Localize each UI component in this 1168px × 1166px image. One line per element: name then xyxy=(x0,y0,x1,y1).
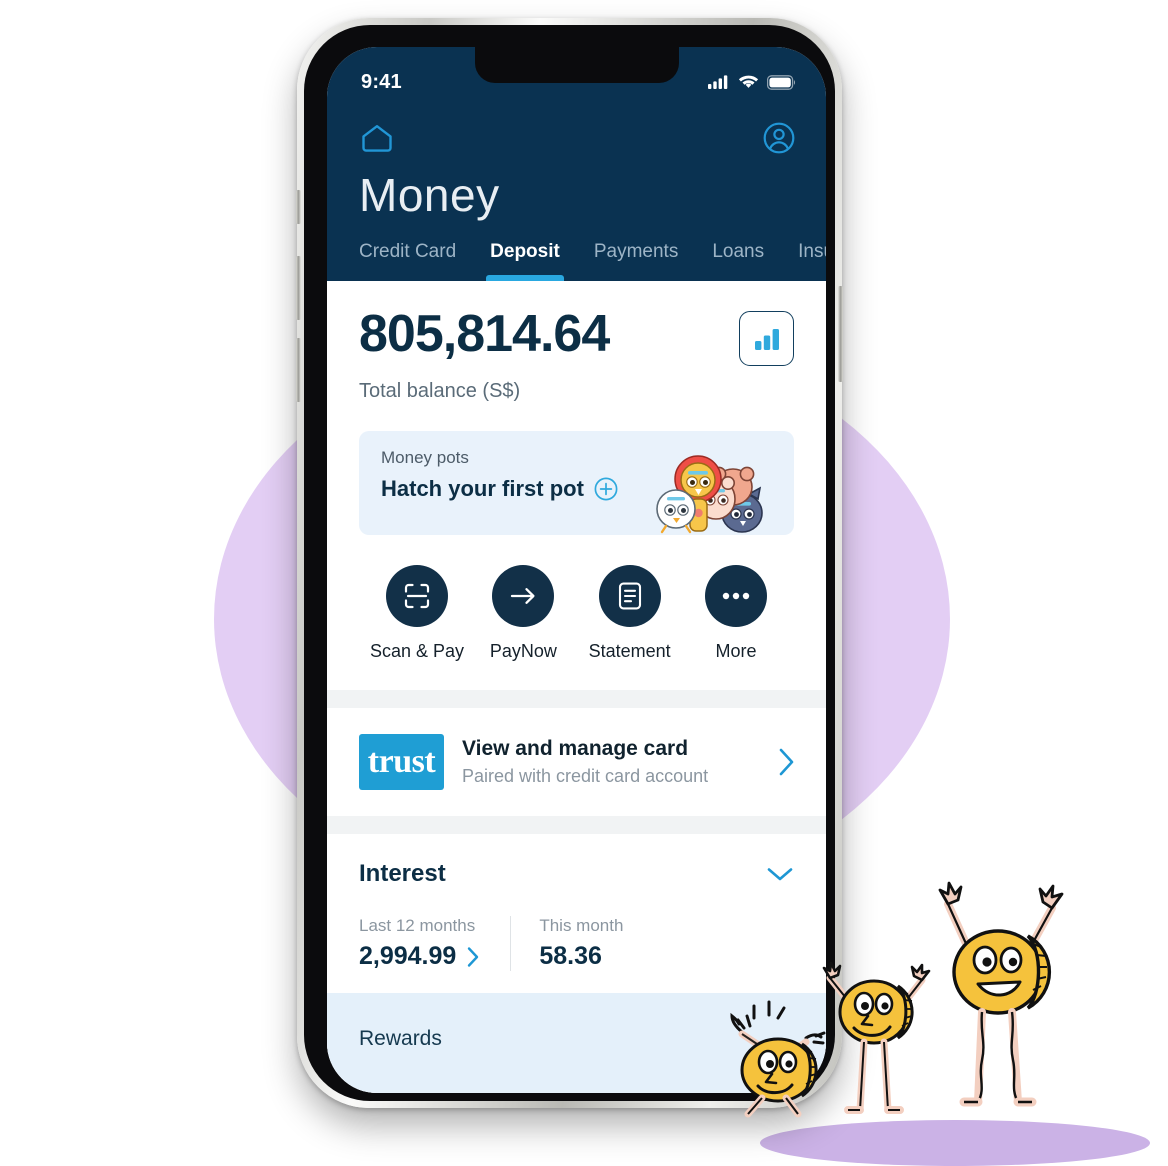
home-icon[interactable] xyxy=(360,123,394,153)
money-pots-cta-label: Hatch your first pot xyxy=(381,476,584,502)
mute-switch[interactable] xyxy=(296,190,301,224)
money-pots-card[interactable]: Money pots Hatch your first pot xyxy=(359,431,794,536)
power-button[interactable] xyxy=(838,286,843,382)
interest-stat-amount-2: 58.36 xyxy=(539,942,602,971)
interest-section: Interest Last 12 months 2,994.99 This mo… xyxy=(327,834,826,994)
page-title: Money xyxy=(359,169,500,221)
money-pot-animals-illustration xyxy=(656,455,763,534)
interest-stat-last-12-months[interactable]: Last 12 months 2,994.99 xyxy=(359,916,510,971)
coin-mascot-cheering xyxy=(938,881,1064,1107)
action-label-statement: Statement xyxy=(588,641,671,662)
balance-label: Total balance (S$) xyxy=(359,380,521,403)
tab-payments[interactable]: Payments xyxy=(594,241,678,281)
chevron-right-icon[interactable] xyxy=(776,746,796,778)
volume-down-button[interactable] xyxy=(296,338,301,402)
action-paynow[interactable]: PayNow xyxy=(477,565,569,662)
section-divider xyxy=(327,690,826,709)
interest-stat-value-1: 2,994.99 xyxy=(359,942,480,971)
profile-icon[interactable] xyxy=(762,121,796,155)
balance-amount: 805,814.64 xyxy=(359,305,610,364)
interest-stat-label-1: Last 12 months xyxy=(359,916,476,936)
phone-screen: 9:41 Money Credit Card Deposit Payments … xyxy=(327,47,826,1093)
manage-card-texts: View and manage card Paired with credit … xyxy=(462,737,758,787)
balance-row: 805,814.64 xyxy=(359,305,794,367)
wifi-icon xyxy=(738,75,759,88)
phone-device-frame: 9:41 Money Credit Card Deposit Payments … xyxy=(296,18,843,1108)
chevron-down-icon[interactable] xyxy=(766,865,794,883)
trust-logo: trust xyxy=(359,734,444,791)
cellular-signal-icon xyxy=(708,75,728,89)
interest-stat-amount-1: 2,994.99 xyxy=(359,942,457,971)
screenshot-stage: 9:41 Money Credit Card Deposit Payments … xyxy=(0,0,1168,1166)
action-label-scan-and-pay: Scan & Pay xyxy=(369,641,465,662)
volume-up-button[interactable] xyxy=(296,256,301,320)
tab-deposit[interactable]: Deposit xyxy=(486,241,564,282)
scan-and-pay-button[interactable] xyxy=(386,565,448,628)
interest-header[interactable]: Interest xyxy=(359,860,794,888)
statement-button[interactable] xyxy=(598,565,661,628)
document-icon xyxy=(618,582,641,610)
more-button[interactable] xyxy=(704,565,767,628)
coin-mascot-jumping xyxy=(730,1000,826,1118)
manage-card-title: View and manage card xyxy=(462,737,689,761)
interest-stats: Last 12 months 2,994.99 This month 58.36 xyxy=(359,916,794,972)
action-label-paynow: PayNow xyxy=(489,641,557,662)
manage-card-row[interactable]: trust View and manage card Paired with c… xyxy=(327,708,826,817)
battery-icon xyxy=(767,74,795,90)
quick-actions-row: Scan & Pay PayNow Statement More xyxy=(327,535,826,662)
interest-stat-this-month: This month 58.36 xyxy=(510,916,653,972)
phone-bezel: 9:41 Money Credit Card Deposit Payments … xyxy=(304,25,835,1101)
phone-notch xyxy=(474,47,679,83)
status-indicators xyxy=(708,74,796,90)
balance-section: 805,814.64 Total balance (S$) xyxy=(327,281,826,403)
balance-chart-button[interactable] xyxy=(739,311,794,367)
bar-chart-icon xyxy=(754,328,779,350)
interest-title: Interest xyxy=(359,860,446,888)
trust-logo-text: trust xyxy=(367,743,436,781)
scan-qr-icon xyxy=(404,584,430,609)
arrow-right-icon xyxy=(511,588,535,605)
chevron-right-icon[interactable] xyxy=(466,946,480,968)
status-time: 9:41 xyxy=(361,70,402,93)
tab-insurance[interactable]: Insurance xyxy=(798,241,826,281)
tab-bar: Credit Card Deposit Payments Loans Insur… xyxy=(327,219,826,282)
coin-mascot-waving xyxy=(822,961,931,1114)
section-divider-2 xyxy=(327,816,826,835)
manage-card-subtitle: Paired with credit card account xyxy=(462,766,709,787)
ellipsis-icon xyxy=(722,593,750,600)
plus-circle-icon[interactable] xyxy=(594,477,618,501)
paynow-button[interactable] xyxy=(492,565,555,628)
app-body: 805,814.64 Total balance (S$) Money pots… xyxy=(327,281,826,1093)
header-icon-row xyxy=(327,103,826,155)
action-scan-and-pay[interactable]: Scan & Pay xyxy=(369,565,465,662)
tab-loans[interactable]: Loans xyxy=(712,241,764,281)
action-statement[interactable]: Statement xyxy=(584,565,676,662)
interest-stat-label-2: This month xyxy=(539,916,624,936)
interest-stat-value-2: 58.36 xyxy=(539,942,623,971)
tab-credit-card[interactable]: Credit Card xyxy=(359,241,456,281)
action-more[interactable]: More xyxy=(690,565,782,662)
action-label-more: More xyxy=(715,641,757,662)
